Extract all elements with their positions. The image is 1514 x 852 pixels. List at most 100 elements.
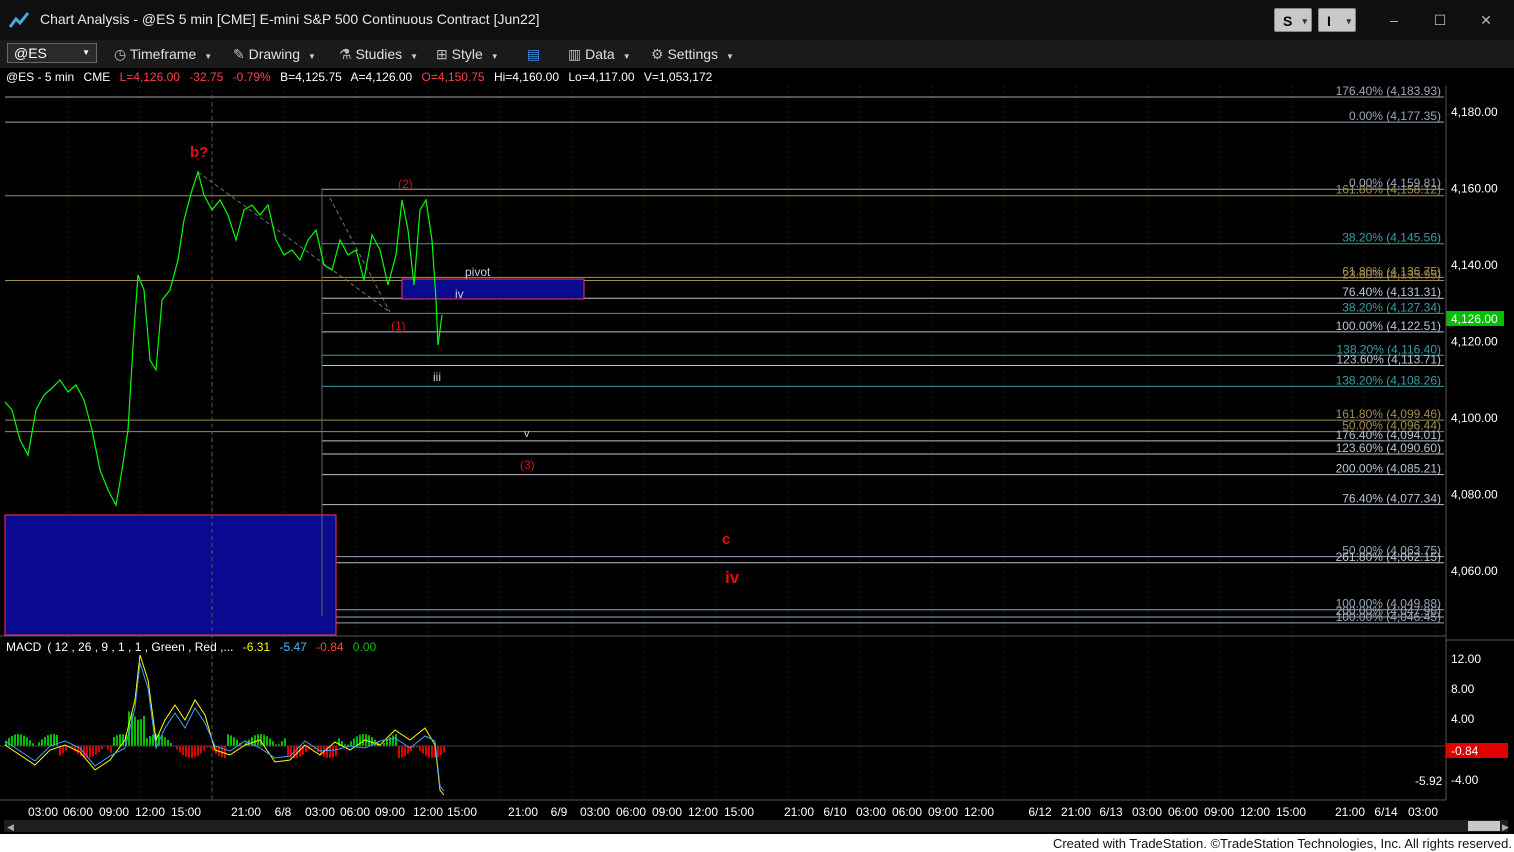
macd-bar [23, 735, 25, 746]
fib-label: 76.40% (4,131.31) [1342, 285, 1441, 299]
price-chart[interactable]: 4,126.00 4,180.00 4,160.00 4,140.00 4,120.0… [0, 0, 1514, 834]
time-tick-label: 15:00 [724, 805, 754, 819]
macd-bar [188, 746, 190, 758]
macd-bar [425, 746, 427, 756]
time-tick-label: 15:00 [447, 805, 477, 819]
macd-bar [419, 746, 421, 751]
fib-label: 100.00% (4,122.51) [1336, 319, 1441, 333]
time-tick-label: 6/9 [551, 805, 568, 819]
scroll-left-icon[interactable]: ◀ [7, 822, 14, 832]
fib-label: 38.20% (4,127.34) [1342, 300, 1441, 314]
macd-bar [305, 746, 307, 753]
pivot-zone-box[interactable] [401, 278, 585, 300]
macd-bar [8, 738, 10, 746]
time-tick-label: 12:00 [964, 805, 994, 819]
macd-bar [65, 746, 67, 751]
time-tick-label: 6/12 [1028, 805, 1052, 819]
price-axis: 4,180.00 4,160.00 4,140.00 4,120.00 4,100.00… [1451, 105, 1498, 578]
macd-bar [236, 739, 238, 746]
time-tick-label: 6/14 [1374, 805, 1398, 819]
time-tick-label: 06:00 [1168, 805, 1198, 819]
macd-bar [149, 736, 151, 746]
macd-name: MACD [6, 640, 42, 654]
macd-bar [284, 738, 286, 746]
macd-tick-label: 4.00 [1451, 712, 1475, 726]
fib-label: 100.00% (4,046.45) [1336, 610, 1441, 624]
macd-tick-label: 12.00 [1451, 652, 1481, 666]
fib-label: 23.60% (4,135.95) [1342, 267, 1441, 281]
macd-signal-value: -5.92 [1415, 774, 1443, 788]
macd-bar [14, 734, 16, 746]
macd-bar [254, 735, 256, 746]
time-tick-label: 21:00 [508, 805, 538, 819]
time-tick-label: 12:00 [413, 805, 443, 819]
wave-label-3: (3) [520, 458, 535, 472]
macd-bar [110, 746, 112, 753]
macd-bar [428, 746, 430, 758]
price-tick-label: 4,060.00 [1451, 564, 1498, 578]
macd-line [4, 654, 445, 796]
fib-label: 123.60% (4,113.71) [1336, 353, 1441, 367]
macd-bar [167, 739, 169, 746]
wave-label-iv-small: iv [455, 287, 464, 301]
fib-label: 161.80% (4,158.12) [1336, 183, 1441, 197]
time-tick-label: 03:00 [1132, 805, 1162, 819]
macd-bar [11, 735, 13, 746]
time-tick-label: 21:00 [231, 805, 261, 819]
macd-bar [20, 734, 22, 746]
price-tick-label: 4,160.00 [1451, 182, 1498, 196]
time-tick-label: 09:00 [652, 805, 682, 819]
fib-label: 200.00% (4,085.21) [1336, 462, 1441, 476]
macd-bar [335, 746, 337, 756]
macd-bar [95, 746, 97, 755]
macd-bar [266, 736, 268, 746]
time-tick-label: 03:00 [580, 805, 610, 819]
wave-label-2: (2) [398, 177, 413, 191]
macd-bar [350, 741, 352, 746]
price-tick-label: 4,080.00 [1451, 488, 1498, 502]
macd-bar [98, 746, 100, 752]
time-tick-label: 03:00 [305, 805, 335, 819]
macd-bar [179, 746, 181, 753]
macd-bar [392, 735, 394, 746]
current-price-text: 4,126.00 [1451, 312, 1498, 326]
macd-bar [38, 742, 40, 746]
macd-bar [164, 737, 166, 746]
trendline-dashed[interactable] [197, 171, 391, 313]
price-series [4, 169, 443, 507]
time-tick-label: 15:00 [1276, 805, 1306, 819]
fib-label: 176.40% (4,094.01) [1336, 428, 1441, 442]
horizontal-scrollbar[interactable] [4, 820, 1508, 832]
macd-bar [152, 734, 154, 746]
macd-params: ( 12 , 26 , 9 , 1 , 1 , Green , Red ,... [47, 640, 234, 654]
macd-axis: 12.00 8.00 4.00 -4.00 [1451, 652, 1481, 787]
macd-bar [17, 734, 19, 746]
scroll-right-icon[interactable]: ▶ [1502, 822, 1509, 832]
macd-bar [113, 737, 115, 746]
macd-bar [431, 746, 433, 758]
copyright-text: Created with TradeStation. ©TradeStation… [1052, 836, 1512, 851]
macd-bar [176, 746, 178, 750]
macd-bar [422, 746, 424, 754]
macd-bar [26, 737, 28, 746]
time-tick-label: 21:00 [1061, 805, 1091, 819]
fib-label: 76.40% (4,077.34) [1342, 492, 1441, 506]
macd-current-text: -0.84 [1451, 744, 1479, 758]
macd-bar [440, 746, 442, 755]
macd-bar [146, 738, 148, 746]
macd-bar [191, 746, 193, 758]
macd-bar [443, 746, 445, 753]
time-tick-label: 03:00 [1408, 805, 1438, 819]
price-tick-label: 4,180.00 [1451, 105, 1498, 119]
fib-label: 261.80% (4,062.15) [1336, 550, 1441, 564]
wave-label-iv-big: iv [725, 568, 740, 587]
macd-bar [197, 746, 199, 756]
macd-bar [134, 716, 136, 746]
wave-label-iii: iii [433, 370, 441, 384]
macd-bar [272, 741, 274, 746]
macd-bar [29, 740, 31, 746]
time-tick-label: 12:00 [135, 805, 165, 819]
support-zone-box[interactable] [4, 514, 337, 636]
macd-bar [59, 746, 61, 756]
scrollbar-thumb[interactable] [1468, 821, 1500, 831]
